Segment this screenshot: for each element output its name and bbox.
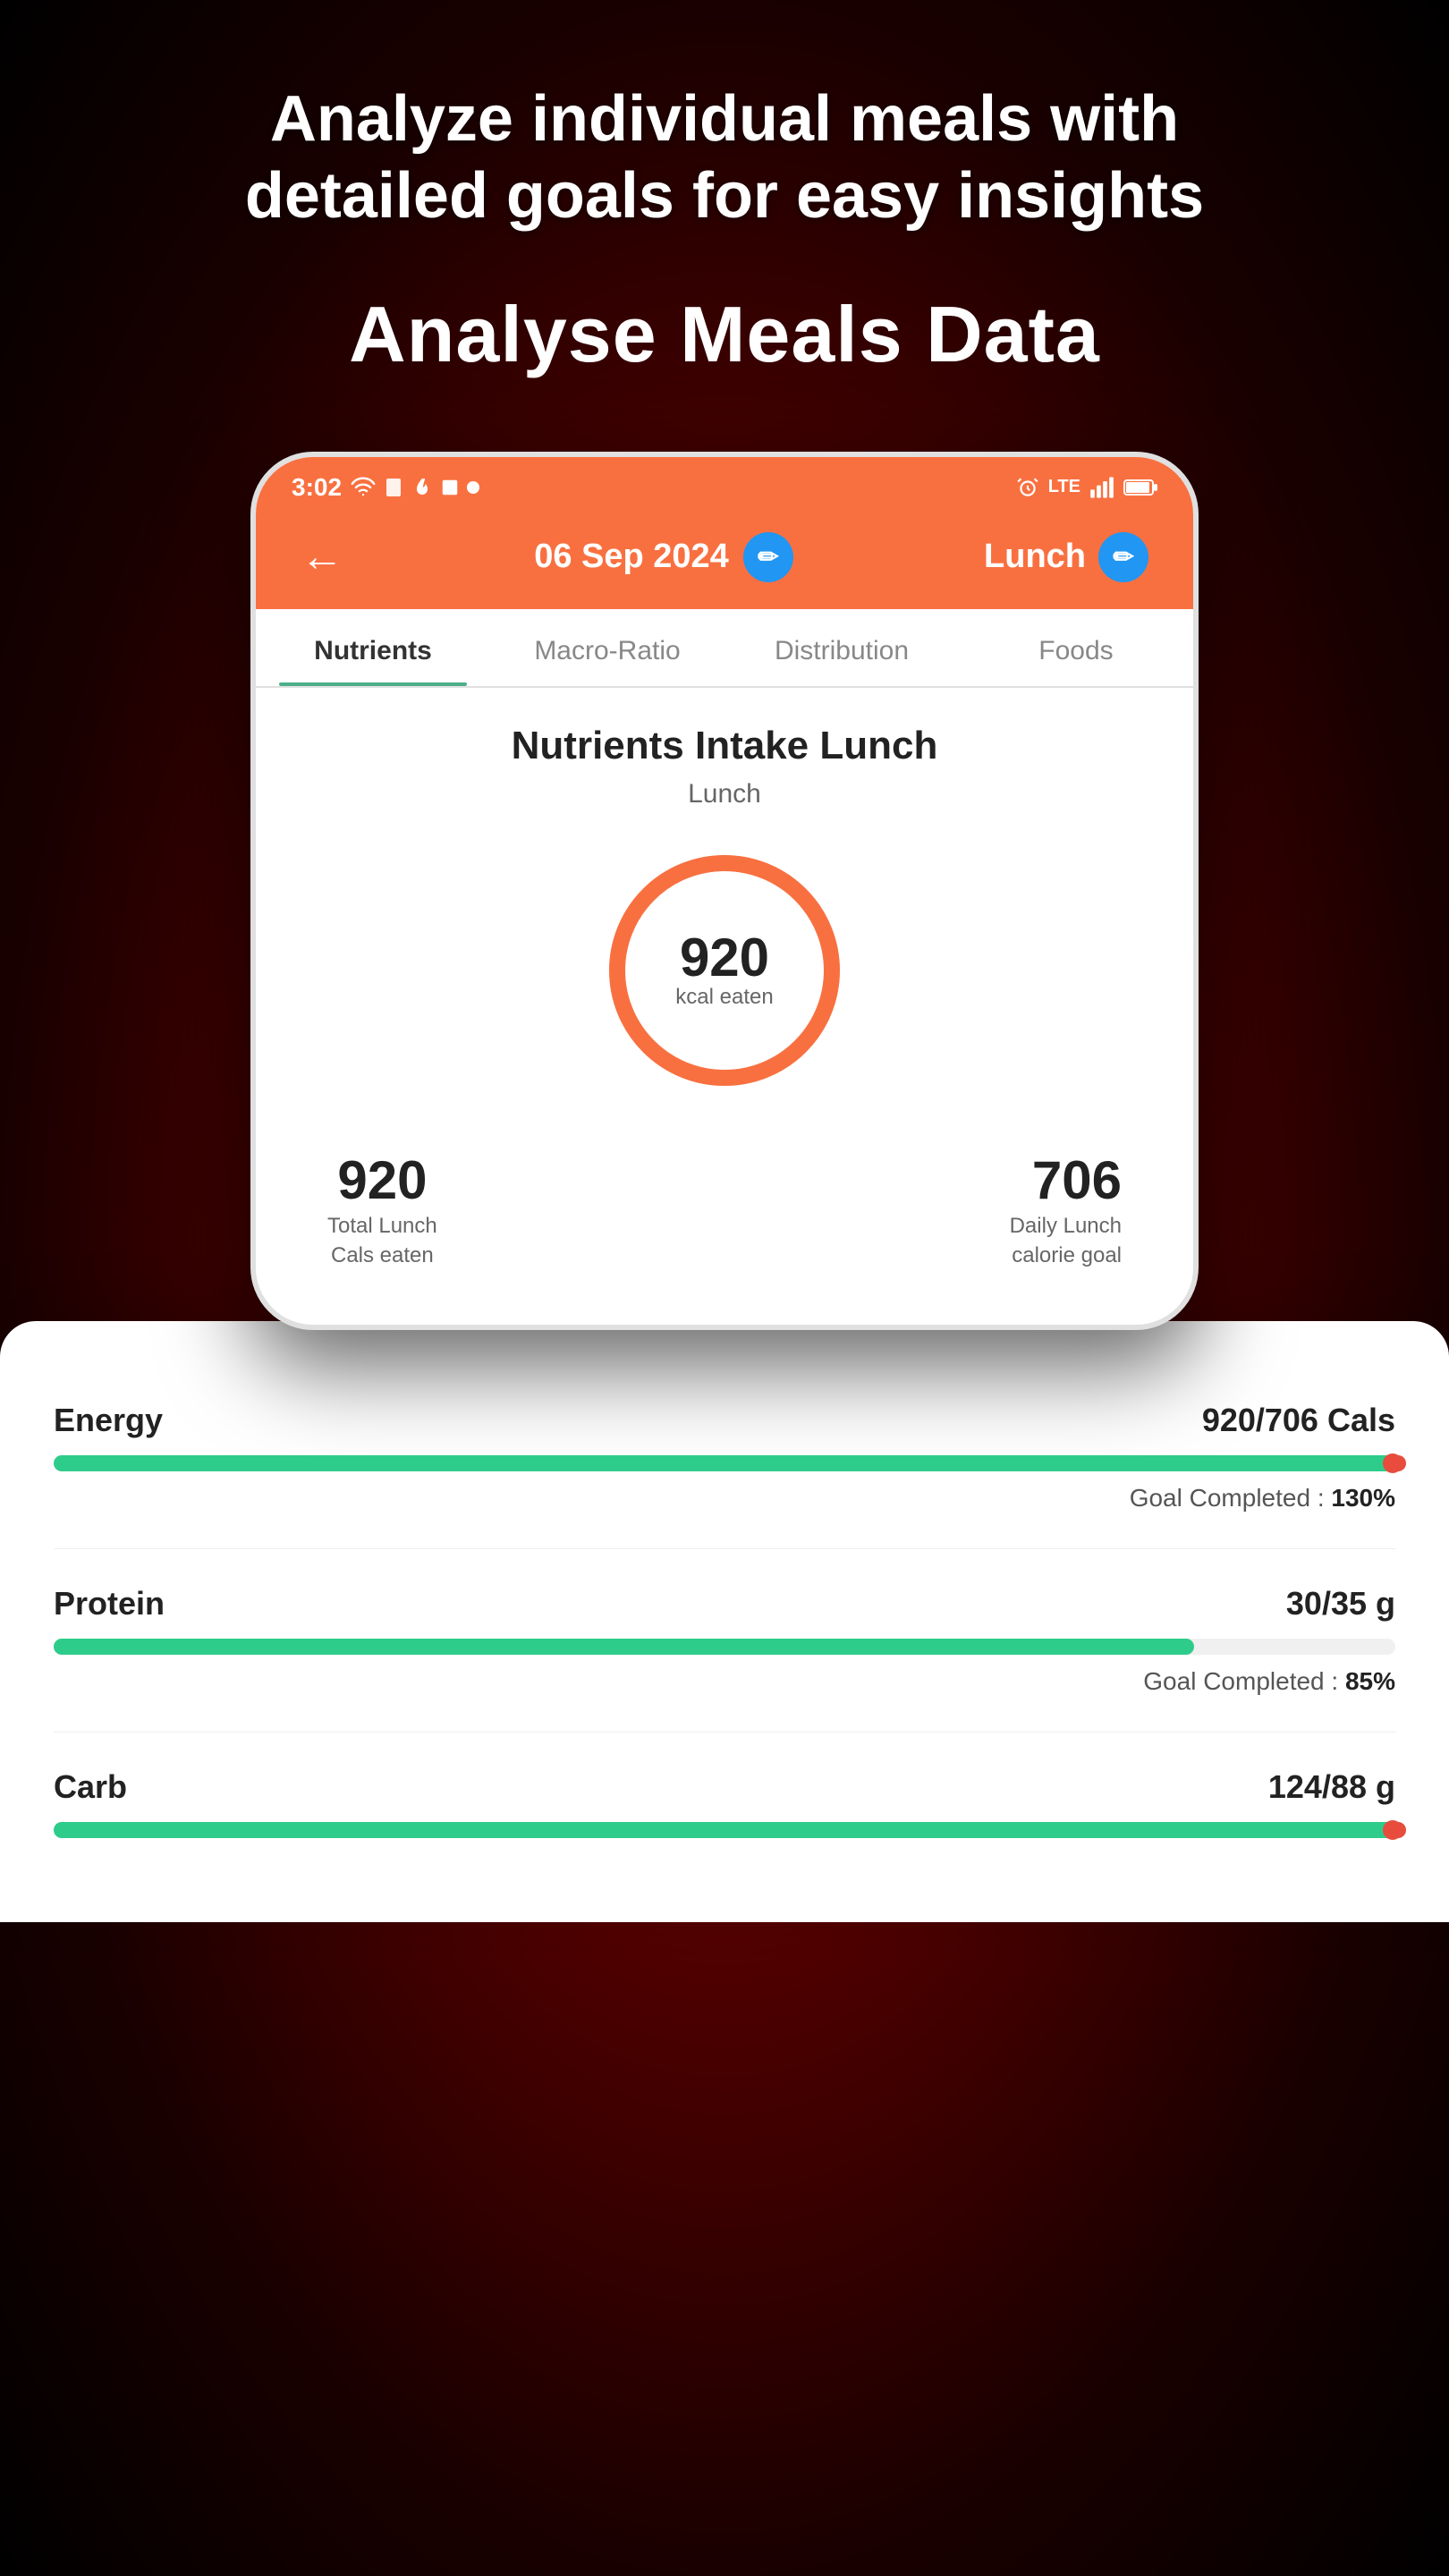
- hero-text: Analyze individual meals with detailed g…: [143, 80, 1306, 235]
- nutrient-header-carb: Carb 124/88 g: [54, 1768, 1395, 1806]
- nutrient-name-energy: Energy: [54, 1402, 163, 1439]
- progress-track-energy: [54, 1455, 1395, 1471]
- flame-icon: [411, 476, 433, 499]
- progress-fill-energy: [54, 1455, 1395, 1471]
- nutrient-amount-energy: 920/706 Cals: [1202, 1402, 1395, 1439]
- stat-goal: 706 Daily Lunch calorie goal: [1010, 1149, 1122, 1271]
- donut-container: 920 kcal eaten: [292, 836, 1157, 1105]
- nutrient-amount-carb: 124/88 g: [1268, 1768, 1395, 1806]
- tab-nutrients[interactable]: Nutrients: [256, 609, 490, 686]
- nutrient-amount-protein: 30/35 g: [1286, 1585, 1395, 1623]
- stat-total: 920 Total Lunch Cals eaten: [327, 1149, 437, 1271]
- stat-total-label: Total Lunch Cals eaten: [327, 1211, 437, 1271]
- goal-text-protein: Goal Completed : 85%: [54, 1667, 1395, 1696]
- nutrient-row-carb: Carb 124/88 g: [54, 1733, 1395, 1886]
- alarm-icon: [1016, 476, 1039, 499]
- dot-icon: [467, 481, 479, 494]
- goal-text-energy: Goal Completed : 130%: [54, 1484, 1395, 1513]
- nav-date: 06 Sep 2024 ✏: [534, 532, 793, 582]
- meal-edit-button[interactable]: ✏: [1098, 532, 1148, 582]
- stats-row: 920 Total Lunch Cals eaten 706 Daily Lun…: [292, 1140, 1157, 1289]
- tab-distribution[interactable]: Distribution: [724, 609, 959, 686]
- status-time: 3:02: [292, 473, 479, 502]
- back-arrow[interactable]: ←: [301, 532, 343, 581]
- content-area: Nutrients Intake Lunch Lunch 920 kc: [256, 688, 1193, 1325]
- stat-goal-value: 706: [1010, 1149, 1122, 1211]
- status-right-icons: LTE: [1016, 476, 1157, 499]
- subtitle: Analyse Meals Data: [349, 289, 1100, 380]
- nutrient-row-energy: Energy 920/706 Cals Goal Completed : 130…: [54, 1366, 1395, 1549]
- phone-frame: 3:02: [250, 452, 1199, 1330]
- meal-label: Lunch: [292, 779, 1157, 809]
- tabs-bar: Nutrients Macro-Ratio Distribution Foods: [256, 609, 1193, 688]
- nutrient-header-protein: Protein 30/35 g: [54, 1585, 1395, 1623]
- sim-icon: [383, 477, 404, 498]
- stat-goal-label: Daily Lunch calorie goal: [1010, 1211, 1122, 1271]
- donut-value: 920: [675, 931, 773, 985]
- battery-icon: [1123, 478, 1157, 497]
- intake-title: Nutrients Intake Lunch: [292, 724, 1157, 768]
- phone-container: 3:02: [250, 452, 1199, 1330]
- nutrient-name-protein: Protein: [54, 1585, 165, 1623]
- wifi-icon: [351, 475, 376, 500]
- status-left-icons: [351, 475, 479, 500]
- donut-center: 920 kcal eaten: [675, 931, 773, 1010]
- lte-label: LTE: [1048, 477, 1080, 497]
- nutrient-cards: Energy 920/706 Cals Goal Completed : 130…: [0, 1321, 1449, 1922]
- square-icon: [440, 478, 460, 497]
- donut-ring: 920 kcal eaten: [590, 836, 859, 1105]
- tab-macro-ratio[interactable]: Macro-Ratio: [490, 609, 724, 686]
- progress-track-carb: [54, 1822, 1395, 1838]
- nutrient-header-energy: Energy 920/706 Cals: [54, 1402, 1395, 1439]
- nav-bar: ← 06 Sep 2024 ✏ Lunch ✏: [256, 514, 1193, 609]
- page-wrapper: Analyze individual meals with detailed g…: [0, 0, 1449, 1922]
- status-bar: 3:02: [256, 457, 1193, 514]
- date-edit-button[interactable]: ✏: [743, 532, 793, 582]
- tab-foods[interactable]: Foods: [959, 609, 1193, 686]
- stat-total-value: 920: [327, 1149, 437, 1211]
- progress-fill-protein: [54, 1639, 1194, 1655]
- progress-fill-carb: [54, 1822, 1395, 1838]
- donut-unit: kcal eaten: [675, 985, 773, 1010]
- nutrient-name-carb: Carb: [54, 1768, 127, 1806]
- progress-track-protein: [54, 1639, 1395, 1655]
- nav-meal: Lunch ✏: [984, 532, 1148, 582]
- signal-icon: [1089, 477, 1114, 498]
- nutrient-row-protein: Protein 30/35 g Goal Completed : 85%: [54, 1549, 1395, 1733]
